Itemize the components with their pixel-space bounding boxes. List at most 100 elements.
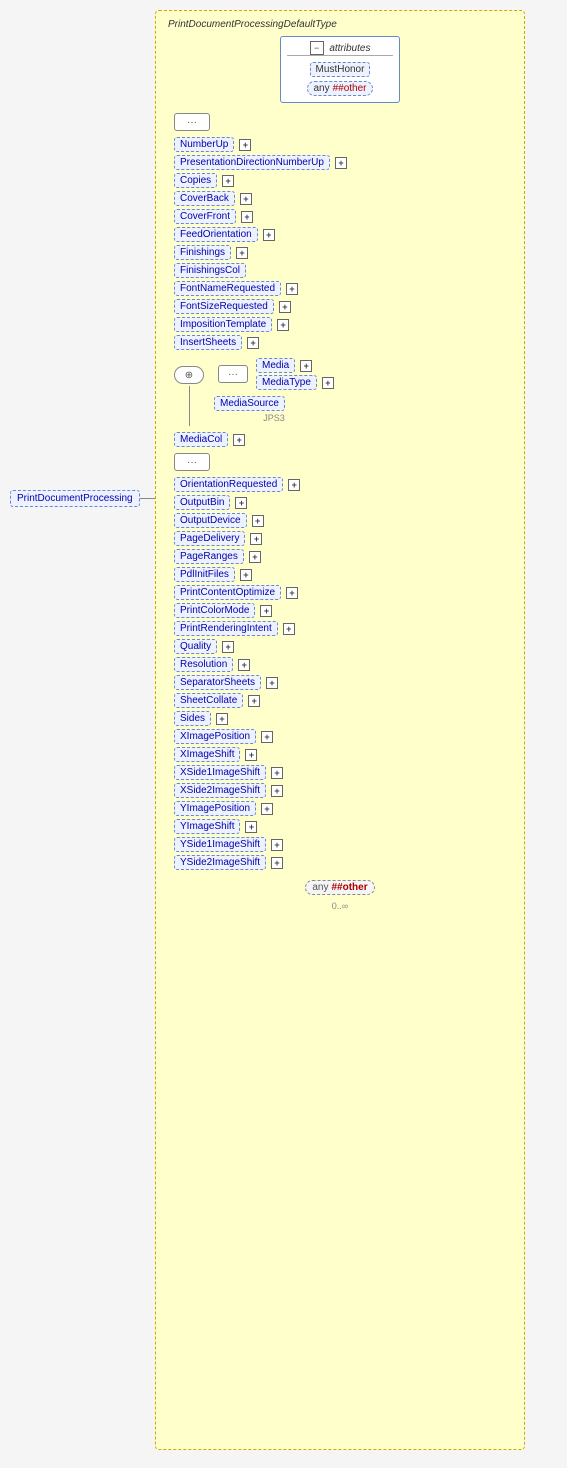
- page-delivery-element[interactable]: PageDelivery: [174, 531, 245, 546]
- media-col-element[interactable]: MediaCol: [174, 432, 228, 447]
- cover-back-element[interactable]: CoverBack: [174, 191, 235, 206]
- media-element[interactable]: Media: [256, 358, 295, 373]
- element-row: MediaType +: [256, 375, 334, 390]
- font-name-expand[interactable]: +: [286, 283, 298, 295]
- copies-element[interactable]: Copies: [174, 173, 217, 188]
- print-document-processing-element[interactable]: PrintDocumentProcessing: [10, 490, 140, 507]
- page-ranges-expand[interactable]: +: [249, 551, 261, 563]
- print-content-optimize-expand[interactable]: +: [286, 587, 298, 599]
- separator-sheets-element[interactable]: SeparatorSheets: [174, 675, 261, 690]
- x-side2-image-shift-element[interactable]: XSide2ImageShift: [174, 783, 266, 798]
- seq-media-connector[interactable]: ···: [218, 365, 248, 383]
- print-color-mode-expand[interactable]: +: [260, 605, 272, 617]
- pdl-init-files-element[interactable]: PdlInitFiles: [174, 567, 235, 582]
- y-image-position-expand[interactable]: +: [261, 803, 273, 815]
- output-bin-element[interactable]: OutputBin: [174, 495, 230, 510]
- page-delivery-expand[interactable]: +: [250, 533, 262, 545]
- must-honor-attr[interactable]: MustHonor: [310, 62, 371, 77]
- element-row: CoverBack +: [164, 191, 516, 206]
- element-row: XImageShift +: [164, 747, 516, 762]
- x-image-position-element[interactable]: XImagePosition: [174, 729, 256, 744]
- resolution-expand[interactable]: +: [238, 659, 250, 671]
- seq-connector-1[interactable]: ···: [174, 113, 210, 131]
- element-row: MediaCol +: [164, 432, 516, 447]
- choice-connector[interactable]: ⊕: [174, 366, 204, 384]
- sheet-collate-element[interactable]: SheetCollate: [174, 693, 243, 708]
- imposition-template-element[interactable]: ImpositionTemplate: [174, 317, 272, 332]
- element-row: Finishings +: [164, 245, 516, 260]
- element-row: PageDelivery +: [164, 531, 516, 546]
- pdl-init-files-expand[interactable]: +: [240, 569, 252, 581]
- print-rendering-intent-element[interactable]: PrintRenderingIntent: [174, 621, 278, 636]
- x-side1-image-shift-element[interactable]: XSide1ImageShift: [174, 765, 266, 780]
- print-rendering-intent-expand[interactable]: +: [283, 623, 295, 635]
- output-device-element[interactable]: OutputDevice: [174, 513, 247, 528]
- sides-element[interactable]: Sides: [174, 711, 211, 726]
- output-bin-expand[interactable]: +: [235, 497, 247, 509]
- imposition-template-expand[interactable]: +: [277, 319, 289, 331]
- resolution-element[interactable]: Resolution: [174, 657, 233, 672]
- sides-expand[interactable]: +: [216, 713, 228, 725]
- x-image-position-expand[interactable]: +: [261, 731, 273, 743]
- vertical-line: [189, 386, 190, 426]
- y-side2-image-shift-expand[interactable]: +: [271, 857, 283, 869]
- y-side2-image-shift-element[interactable]: YSide2ImageShift: [174, 855, 266, 870]
- insert-sheets-expand[interactable]: +: [247, 337, 259, 349]
- element-row: FeedOrientation +: [164, 227, 516, 242]
- x-image-shift-expand[interactable]: +: [245, 749, 257, 761]
- print-content-optimize-element[interactable]: PrintContentOptimize: [174, 585, 281, 600]
- element-row: OutputBin +: [164, 495, 516, 510]
- font-size-expand[interactable]: +: [279, 301, 291, 313]
- separator-sheets-expand[interactable]: +: [266, 677, 278, 689]
- quality-expand[interactable]: +: [222, 641, 234, 653]
- minus-icon[interactable]: −: [310, 41, 324, 55]
- y-image-shift-element[interactable]: YImageShift: [174, 819, 240, 834]
- x-side2-image-shift-expand[interactable]: +: [271, 785, 283, 797]
- seq-connector-2[interactable]: ···: [174, 453, 210, 471]
- element-row: OrientationRequested +: [164, 477, 516, 492]
- x-side1-image-shift-expand[interactable]: +: [271, 767, 283, 779]
- y-side1-image-shift-expand[interactable]: +: [271, 839, 283, 851]
- y-image-position-element[interactable]: YImagePosition: [174, 801, 256, 816]
- font-name-element[interactable]: FontNameRequested: [174, 281, 281, 296]
- element-row: PrintColorMode +: [164, 603, 516, 618]
- print-color-mode-element[interactable]: PrintColorMode: [174, 603, 255, 618]
- number-up-element[interactable]: NumberUp: [174, 137, 234, 152]
- presentation-direction-expand[interactable]: +: [335, 157, 347, 169]
- media-type-expand[interactable]: +: [322, 377, 334, 389]
- insert-sheets-element[interactable]: InsertSheets: [174, 335, 242, 350]
- y-image-shift-expand[interactable]: +: [245, 821, 257, 833]
- media-source-element[interactable]: MediaSource: [214, 396, 285, 411]
- orientation-requested-element[interactable]: OrientationRequested: [174, 477, 283, 492]
- finishings-col-element[interactable]: FinishingsCol: [174, 263, 246, 278]
- element-row: FontSizeRequested +: [164, 299, 516, 314]
- footer-any-item[interactable]: any ##other: [305, 880, 374, 895]
- element-row: PrintRenderingIntent +: [164, 621, 516, 636]
- element-row: FontNameRequested +: [164, 281, 516, 296]
- media-type-element[interactable]: MediaType: [256, 375, 317, 390]
- cover-front-expand[interactable]: +: [241, 211, 253, 223]
- any-other-attr[interactable]: any ##other: [307, 81, 372, 96]
- media-expand[interactable]: +: [300, 360, 312, 372]
- element-row: YImageShift +: [164, 819, 516, 834]
- copies-expand[interactable]: +: [222, 175, 234, 187]
- output-device-expand[interactable]: +: [252, 515, 264, 527]
- main-box: PrintDocumentProcessingDefaultType − att…: [155, 10, 525, 1450]
- page-ranges-element[interactable]: PageRanges: [174, 549, 244, 564]
- element-row: NumberUp +: [164, 137, 516, 152]
- sheet-collate-expand[interactable]: +: [248, 695, 260, 707]
- number-up-expand[interactable]: +: [239, 139, 251, 151]
- feed-orientation-expand[interactable]: +: [263, 229, 275, 241]
- feed-orientation-element[interactable]: FeedOrientation: [174, 227, 258, 242]
- cover-front-element[interactable]: CoverFront: [174, 209, 236, 224]
- orientation-expand[interactable]: +: [288, 479, 300, 491]
- font-size-element[interactable]: FontSizeRequested: [174, 299, 274, 314]
- media-col-expand[interactable]: +: [233, 434, 245, 446]
- finishings-element[interactable]: Finishings: [174, 245, 231, 260]
- y-side1-image-shift-element[interactable]: YSide1ImageShift: [174, 837, 266, 852]
- x-image-shift-element[interactable]: XImageShift: [174, 747, 240, 762]
- cover-back-expand[interactable]: +: [240, 193, 252, 205]
- finishings-expand[interactable]: +: [236, 247, 248, 259]
- presentation-direction-element[interactable]: PresentationDirectionNumberUp: [174, 155, 330, 170]
- quality-element[interactable]: Quality: [174, 639, 217, 654]
